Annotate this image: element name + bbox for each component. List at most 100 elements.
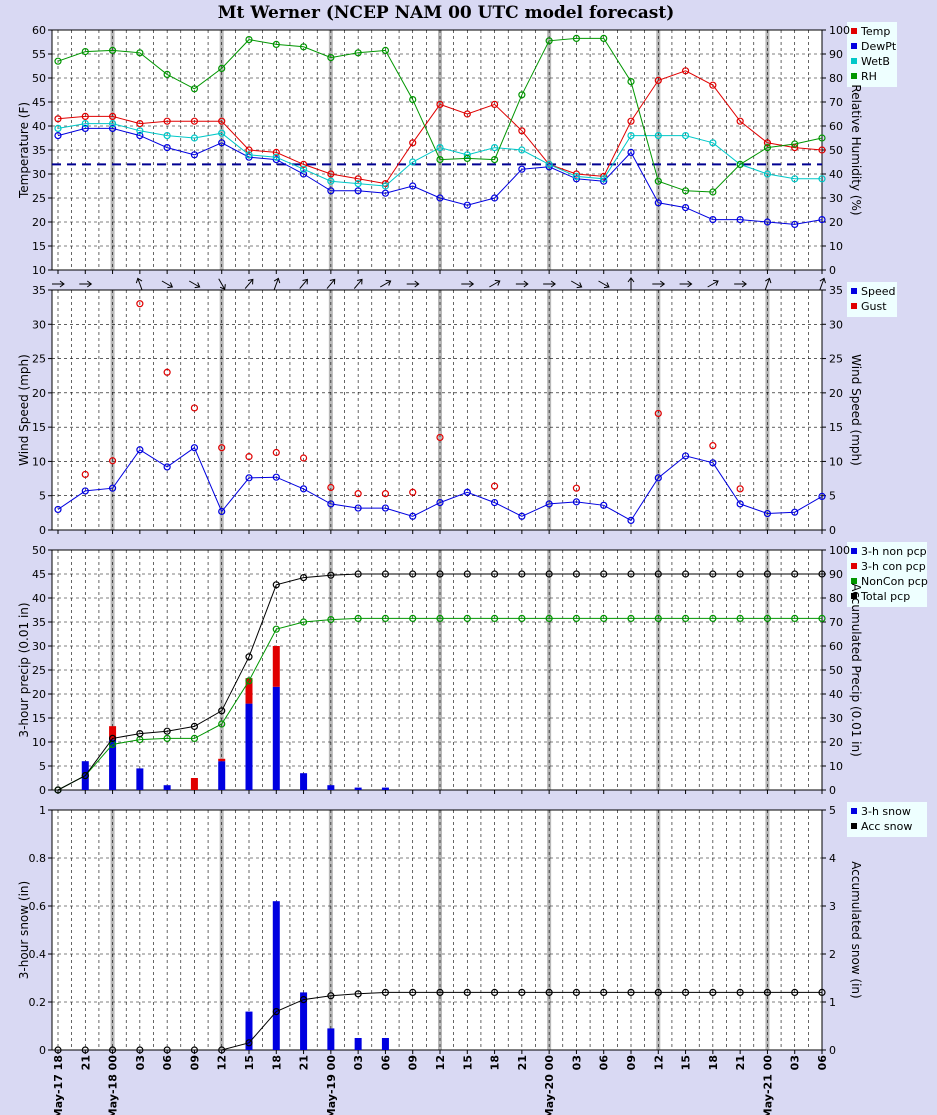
x-tick-label: May-17 18 <box>52 1055 65 1115</box>
x-tick-label: May-21 00 <box>761 1055 774 1115</box>
y-right-tick-label: 5 <box>829 490 836 503</box>
y-tick-label: 35 <box>32 616 46 629</box>
y-tick-label: 0.8 <box>29 852 47 865</box>
x-tick-label: 21 <box>516 1055 529 1070</box>
wind-arrow <box>406 280 420 288</box>
y-axis-label: Temperature (F) <box>17 102 31 199</box>
y-right-tick-label: 0 <box>829 264 836 277</box>
y-right-tick-label: 30 <box>829 192 843 205</box>
panel-3 <box>48 542 927 794</box>
legend-swatch <box>851 288 857 294</box>
y-tick-label: 15 <box>32 240 46 253</box>
wind-arrow <box>353 278 363 289</box>
legend-label: Speed <box>861 285 895 298</box>
y-right-tick-label: 60 <box>829 120 843 133</box>
y-right-tick-label: 90 <box>829 48 843 61</box>
wind-arrow <box>819 277 826 290</box>
wind-arrow <box>299 278 308 289</box>
x-tick-label: 12 <box>216 1055 229 1070</box>
panel-4 <box>48 802 927 1054</box>
bar-non-pcp <box>136 768 144 790</box>
y-tick-label: 60 <box>32 24 46 37</box>
y-tick-label: 25 <box>32 664 46 677</box>
x-tick-label: 06 <box>598 1055 611 1071</box>
y-tick-label: 10 <box>32 264 46 277</box>
x-tick-label: 06 <box>816 1055 829 1071</box>
wind-arrow <box>79 280 93 288</box>
bar-non-pcp <box>245 703 253 790</box>
bar-con-pcp <box>218 758 226 762</box>
y-tick-label: 45 <box>32 96 46 109</box>
y-axis-label: 3-hour precip (0.01 in) <box>17 602 31 737</box>
legend-label: Total pcp <box>860 590 910 603</box>
bar-non-pcp <box>163 785 171 790</box>
wind-arrow <box>764 277 772 290</box>
legend-swatch <box>851 808 857 814</box>
legend-swatch <box>851 548 857 554</box>
wind-arrow <box>161 280 174 289</box>
y-right-tick-label: 20 <box>829 736 843 749</box>
bar-non-pcp <box>300 773 308 790</box>
chart-title: Mt Werner (NCEP NAM 00 UTC model forecas… <box>218 3 675 23</box>
wind-arrow <box>627 277 635 290</box>
x-tick-label: 06 <box>379 1055 392 1071</box>
y-tick-label: 0.4 <box>29 948 47 961</box>
legend-label: DewPt <box>861 40 897 53</box>
legend-swatch <box>851 823 857 829</box>
legend-swatch <box>851 58 857 64</box>
x-tick-label: 09 <box>625 1055 638 1070</box>
y-tick-label: 5 <box>39 760 46 773</box>
wind-arrow <box>515 280 529 288</box>
legend-swatch <box>851 563 857 569</box>
legend-label: 3-h non pcp <box>861 545 927 558</box>
y-right-tick-label: 20 <box>829 387 843 400</box>
y-tick-label: 50 <box>32 72 46 85</box>
wind-arrow <box>461 280 475 288</box>
bar-con-pcp <box>272 646 280 687</box>
y-right-tick-label: 1 <box>829 996 836 1009</box>
x-tick-label: 21 <box>298 1055 311 1070</box>
wind-arrow <box>570 280 583 289</box>
x-tick-label: May-19 00 <box>325 1055 338 1115</box>
x-tick-label: 18 <box>489 1055 502 1070</box>
meteogram-chart: Mt Werner (NCEP NAM 00 UTC model forecas… <box>17 3 928 1115</box>
y-right-tick-label: 0 <box>829 784 836 797</box>
y-right-tick-label: 30 <box>829 318 843 331</box>
y-tick-label: 5 <box>39 490 46 503</box>
y-tick-label: 15 <box>32 421 46 434</box>
legend-label: RH <box>861 70 877 83</box>
y-tick-label: 40 <box>32 120 46 133</box>
legend-label: Temp <box>860 25 890 38</box>
wind-arrow <box>379 279 392 288</box>
y-axis-label: Wind Speed (mph) <box>17 354 31 466</box>
y-tick-label: 25 <box>32 192 46 205</box>
y-right-tick-label: 5 <box>829 804 836 817</box>
bar-non-pcp <box>381 787 389 790</box>
x-tick-label: 03 <box>570 1055 583 1070</box>
legend-swatch <box>851 303 857 309</box>
y-axis-right-label: Relative Humidity (%) <box>849 84 863 215</box>
y-tick-label: 25 <box>32 353 46 366</box>
panel-1 <box>48 22 897 274</box>
wind-arrow <box>679 280 693 288</box>
y-right-tick-label: 90 <box>829 568 843 581</box>
y-right-tick-label: 60 <box>829 640 843 653</box>
wind-arrow <box>489 279 501 288</box>
bar-3h-snow <box>354 1038 362 1050</box>
wind-arrow <box>273 277 281 290</box>
x-tick-label: 12 <box>652 1055 665 1070</box>
bar-3h-snow <box>327 1028 335 1050</box>
legend-label: 3-h snow <box>861 805 911 818</box>
x-tick-label: 15 <box>680 1055 693 1070</box>
x-tick-label: 15 <box>243 1055 256 1070</box>
plot-area <box>52 290 822 530</box>
x-tick-label: 03 <box>134 1055 147 1070</box>
y-right-tick-label: 25 <box>829 353 843 366</box>
bar-non-pcp <box>272 686 280 790</box>
y-tick-label: 0.2 <box>29 996 47 1009</box>
y-right-tick-label: 0 <box>829 1044 836 1057</box>
wind-arrow <box>707 279 719 288</box>
bar-non-pcp <box>218 761 226 790</box>
x-tick-label: 21 <box>734 1055 747 1070</box>
legend-swatch <box>851 73 857 79</box>
